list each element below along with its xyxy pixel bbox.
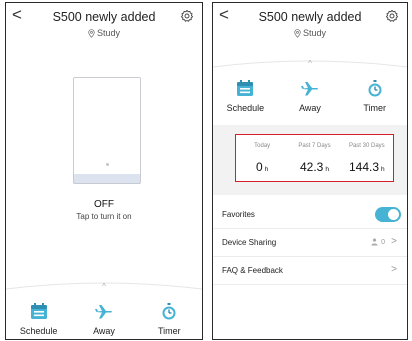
usage-today-unit: h <box>264 166 269 173</box>
usage-7-days-value: 42.3 h <box>288 160 340 174</box>
device-sharing-label: Device Sharing <box>222 238 277 247</box>
timer-button[interactable]: Timer <box>342 80 407 113</box>
device-control-screen: < S500 newly added Study OFF Tap to turn… <box>5 2 203 340</box>
usage-today-value: 0h <box>236 160 288 174</box>
screen-header: < S500 newly added Study <box>6 3 202 47</box>
usage-today: Today 0h <box>236 135 288 181</box>
plug-device-illustration[interactable] <box>73 77 141 184</box>
mode-bar: Schedule Away Timer <box>6 303 202 336</box>
away-button[interactable]: Away <box>278 80 343 113</box>
expand-chevron-icon[interactable]: ^ <box>6 282 202 291</box>
schedule-button[interactable]: Schedule <box>6 303 71 336</box>
timer-label: Timer <box>157 326 181 336</box>
stopwatch-icon <box>368 80 382 97</box>
schedule-button[interactable]: Schedule <box>213 80 278 113</box>
usage-7-days-label: Past 7 Days <box>298 143 331 149</box>
location-text: Study <box>96 28 120 38</box>
airplane-icon <box>94 305 112 319</box>
schedule-label: Schedule <box>19 326 58 336</box>
power-status: OFF <box>94 199 114 210</box>
usage-7-days-unit: h <box>325 166 329 173</box>
settings-list: Favorites Device Sharing 0 > FAQ & Feedb… <box>213 201 407 285</box>
device-base <box>73 174 141 184</box>
favorites-toggle[interactable] <box>375 207 401 222</box>
usage-30-days-unit: h <box>381 166 385 173</box>
away-label: Away <box>299 103 321 113</box>
usage-7-days: Past 7 Days 42.3 h <box>288 135 340 181</box>
usage-today-number: 0 <box>256 160 263 174</box>
screen-header: < S500 newly added Study <box>213 3 407 47</box>
gear-icon[interactable] <box>180 9 194 23</box>
timer-label: Timer <box>363 103 387 113</box>
gear-icon[interactable] <box>385 9 399 23</box>
stopwatch-icon <box>162 303 176 320</box>
collapse-chevron-icon[interactable]: ^ <box>213 59 407 68</box>
schedule-label: Schedule <box>226 103 265 113</box>
faq-feedback-label: FAQ & Feedback <box>222 266 283 275</box>
chevron-right-icon: > <box>391 236 397 247</box>
calendar-icon <box>237 80 254 96</box>
usage-30-days-label: Past 30 Days <box>348 143 385 149</box>
location-label: Study <box>213 28 407 38</box>
usage-30-days: Past 30 Days 144.3 h <box>341 135 393 181</box>
airplane-icon <box>301 82 318 96</box>
location-pin-icon <box>294 28 301 38</box>
power-hint: Tap to turn it on <box>76 212 132 221</box>
usage-30-days-value: 144.3 h <box>341 160 393 174</box>
device-indicator-light <box>106 163 109 166</box>
page-title: S500 newly added <box>258 10 362 24</box>
favorites-label: Favorites <box>222 210 255 219</box>
share-count: 0 <box>371 238 385 246</box>
location-pin-icon <box>88 28 95 38</box>
page-title: S500 newly added <box>52 10 156 24</box>
usage-today-label: Today <box>254 143 271 149</box>
location-text: Study <box>302 28 326 38</box>
timer-button[interactable]: Timer <box>137 303 202 336</box>
person-icon <box>371 238 378 246</box>
device-sharing-row[interactable]: Device Sharing 0 > <box>213 229 407 257</box>
usage-summary-card: Today 0h Past 7 Days 42.3 h Past 30 Days … <box>235 134 394 182</box>
share-count-value: 0 <box>381 238 385 246</box>
usage-7-days-number: 42.3 <box>300 160 324 174</box>
location-label: Study <box>6 28 202 38</box>
device-details-screen: < S500 newly added Study ^ Schedule Away… <box>212 2 408 340</box>
calendar-icon <box>30 303 47 319</box>
faq-feedback-row[interactable]: FAQ & Feedback > <box>213 257 407 285</box>
usage-30-days-number: 144.3 <box>348 160 380 174</box>
chevron-right-icon: > <box>391 264 397 275</box>
mode-bar: Schedule Away Timer <box>213 80 407 113</box>
away-button[interactable]: Away <box>71 303 136 336</box>
away-label: Away <box>93 326 115 336</box>
favorites-row: Favorites <box>213 201 407 229</box>
